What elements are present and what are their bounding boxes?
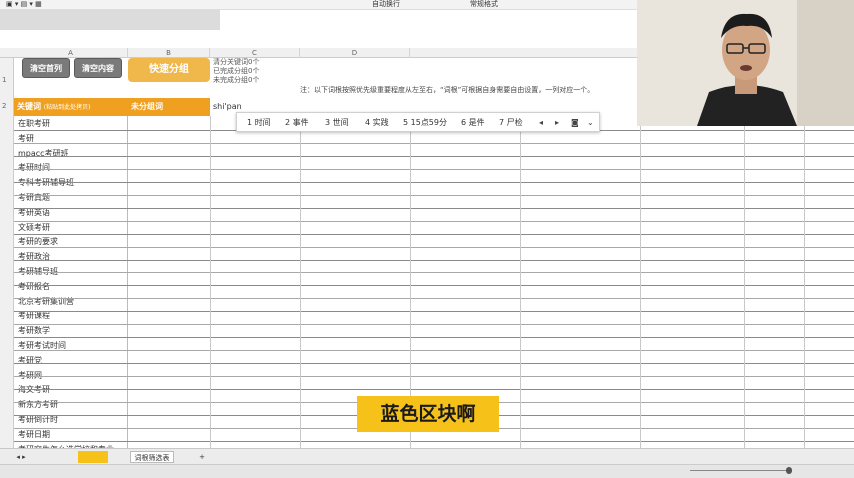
chevron-down-icon[interactable]: ⌄ — [587, 113, 594, 133]
keyword-cell[interactable]: 考研真题 — [18, 191, 50, 204]
add-sheet-icon[interactable]: + — [196, 451, 208, 463]
keyword-header-cell[interactable]: 关键词 (粘贴到此处拷贝) — [14, 98, 128, 116]
row-gridline — [14, 350, 854, 352]
ime-prev-icon[interactable]: ◂ — [539, 113, 543, 133]
column-header[interactable]: A — [14, 48, 128, 58]
column-gridline — [300, 116, 301, 462]
row-gridline — [14, 324, 854, 326]
format-dropdown[interactable]: 常规格式 — [470, 0, 498, 9]
sheet-tab-bar: ◂ ▸ 词根筛选表 + — [0, 448, 854, 464]
row-number[interactable]: 2 — [2, 102, 6, 110]
ime-candidate[interactable]: 4 实践 — [365, 113, 389, 133]
row-gridline — [14, 337, 854, 339]
tab-active-sheet[interactable]: 词根筛选表 — [130, 451, 174, 463]
keyword-cell[interactable]: 考研政治 — [18, 250, 50, 263]
row-gridline — [14, 220, 854, 222]
sheet-tab[interactable] — [78, 451, 108, 463]
row-gridline — [14, 155, 854, 157]
ime-candidate[interactable]: 7 尸检 — [499, 113, 523, 133]
ime-candidate[interactable]: 1 时间 — [247, 113, 271, 133]
ime-candidate[interactable]: 3 世间 — [325, 113, 349, 133]
column-gridline — [210, 116, 211, 462]
presenter-image — [637, 0, 854, 126]
row-gridline — [14, 376, 854, 378]
spreadsheet-window: ▣ ▾ ▤ ▾ ▦ 自动换行 常规格式 A B C D 1 2 清空首列 清空内… — [0, 0, 854, 478]
row-gridline — [14, 311, 854, 313]
keyword-cell[interactable]: 考研日期 — [18, 428, 50, 441]
keyword-cell[interactable]: 考研党 — [18, 354, 42, 367]
row-gridline — [14, 207, 854, 209]
row-gridline — [14, 298, 854, 300]
row-number-gutter: 1 2 — [0, 58, 14, 468]
row-gridline — [14, 168, 854, 170]
ime-next-icon[interactable]: ▸ — [555, 113, 559, 133]
video-caption: 蓝色区块啊 — [357, 396, 499, 432]
row-gridline — [14, 259, 854, 261]
row-gridline — [14, 181, 854, 183]
webcam-overlay — [637, 0, 854, 126]
tab-nav-icon[interactable]: ◂ ▸ — [6, 451, 36, 463]
ime-settings-icon[interactable]: ◙ — [571, 113, 579, 133]
instruction-note: 注：以下词根按照优先级重要程度从左至右，“词根”可根据自身需要自由设置，一列对应… — [300, 86, 595, 94]
stats-pending: 未完成分组0个 — [213, 76, 260, 84]
keyword-cell[interactable]: 新东方考研 — [18, 398, 58, 411]
zoom-knob[interactable] — [786, 467, 792, 474]
row-gridline — [14, 246, 854, 248]
keyword-cell[interactable]: 在职考研 — [18, 117, 50, 130]
ime-candidate[interactable]: 2 事件 — [285, 113, 309, 133]
wrap-text-button[interactable]: 自动换行 — [372, 0, 400, 9]
keyword-header-hint: (粘贴到此处拷贝) — [43, 104, 91, 111]
ribbon-icon[interactable]: ▣ ▾ ▤ ▾ ▦ — [6, 0, 42, 9]
grouping-stats: 清分关键词0个 已完成分组0个 未完成分组0个 — [213, 58, 259, 85]
keyword-cell[interactable]: 考研数学 — [18, 324, 50, 337]
keyword-cell[interactable]: mpacc考研班 — [18, 147, 69, 160]
row-gridline — [14, 233, 854, 235]
column-gridline — [744, 116, 745, 462]
row-gridline — [14, 142, 854, 144]
row-gridline — [14, 440, 854, 442]
stats-total: 清分关键词0个 — [213, 58, 260, 66]
keyword-cell[interactable]: 文硕考研 — [18, 221, 50, 234]
quick-group-button[interactable]: 快速分组 — [128, 58, 210, 82]
column-gridline — [804, 116, 805, 462]
row-gridline — [14, 389, 854, 390]
ungrouped-header-cell[interactable]: 未分组词 — [128, 98, 210, 116]
keyword-cell[interactable]: 北京考研集训营 — [18, 295, 74, 308]
row-gridline — [14, 363, 854, 365]
clear-first-column-button[interactable]: 清空首列 — [22, 58, 70, 78]
keyword-header-label: 关键词 — [17, 102, 41, 111]
name-box[interactable] — [0, 10, 220, 30]
clear-content-button[interactable]: 清空内容 — [74, 58, 122, 78]
row-gridline — [14, 194, 854, 196]
column-header[interactable]: B — [128, 48, 210, 58]
column-header[interactable]: C — [210, 48, 300, 58]
column-gridline — [640, 116, 641, 462]
ime-candidate-bar[interactable]: 1 时间 2 事件 3 世间 4 实践 5 15点59分 6 是件 7 尸检 ◂… — [236, 112, 600, 132]
ime-candidate[interactable]: 6 是件 — [461, 113, 485, 133]
column-header[interactable]: D — [300, 48, 410, 58]
status-bar — [0, 464, 854, 478]
column-gridline — [520, 116, 521, 462]
row-gridline — [14, 272, 854, 274]
row-gridline — [14, 285, 854, 287]
zoom-slider[interactable] — [690, 467, 792, 474]
ime-candidate[interactable]: 5 15点59分 — [403, 113, 447, 133]
stats-done: 已完成分组0个 — [213, 67, 260, 75]
row-number[interactable]: 1 — [2, 76, 6, 84]
